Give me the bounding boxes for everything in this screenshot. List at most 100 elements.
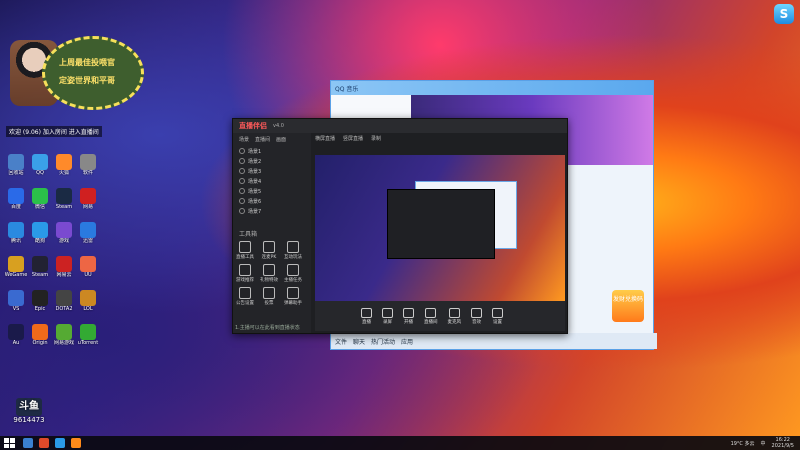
tool-item[interactable]: 连麦PK (257, 241, 281, 260)
sidebar-tab[interactable]: 直播间 (255, 136, 270, 143)
desktop-icon[interactable]: WeGame (4, 256, 28, 278)
eye-icon[interactable] (239, 168, 245, 174)
taskbar-app-icon[interactable] (23, 438, 33, 448)
tool-label: 互动玩法 (284, 255, 302, 260)
toolbar-label: 直播 (362, 319, 371, 325)
desktop-icon[interactable]: Origin (28, 324, 52, 346)
toolbar-button[interactable]: 直播间 (424, 307, 438, 325)
clock[interactable]: 16:22 2021/9/5 (772, 437, 794, 449)
taskbar-app-icon[interactable] (39, 438, 49, 448)
qq-bottom-bar[interactable]: 文件 聊天 热门活动 应用 (331, 333, 657, 349)
desktop-icon[interactable]: 回收站 (4, 154, 28, 176)
desktop-icon-label: 游戏 (58, 238, 69, 244)
scene-item[interactable]: 场景6 (233, 196, 311, 206)
streaming-app-window[interactable]: 直播伴侣 v4.0 场景 直播间 画面 场景1 场景2 场景3 场景4 场景5 场景6 场景7 … (232, 118, 568, 334)
mode-tab[interactable]: 竖屏直播 (343, 135, 363, 142)
system-tray[interactable]: 19°C 多云 中 16:22 2021/9/5 (731, 436, 794, 450)
desktop-icon[interactable]: Epic (28, 290, 52, 312)
weather-text[interactable]: 19°C 多云 (731, 440, 755, 447)
desktop-icon[interactable]: 火狐 (52, 154, 76, 176)
toolbar-button[interactable]: 音效 (471, 307, 482, 325)
desktop-icon[interactable]: Steam (28, 256, 52, 278)
app-icon (56, 256, 72, 272)
scene-item[interactable]: 场景4 (233, 176, 311, 186)
qq-window-titlebar[interactable]: QQ 音乐 (331, 81, 653, 95)
eye-icon[interactable] (239, 208, 245, 214)
sidebar-tabs[interactable]: 场景 直播间 画面 (233, 133, 311, 146)
scene-item[interactable]: 场景1 (233, 146, 311, 156)
desktop-icon[interactable]: 网易游戏 (52, 324, 76, 346)
desktop-icon[interactable]: VS (4, 290, 28, 312)
tool-item[interactable]: 礼物特效 (257, 264, 281, 283)
tool-item[interactable]: 直播工具 (233, 241, 257, 260)
taskbar[interactable]: 19°C 多云 中 16:22 2021/9/5 (0, 436, 800, 450)
toolbar-button[interactable]: 直播 (361, 307, 372, 325)
eye-icon[interactable] (239, 148, 245, 154)
tool-item[interactable]: 主播任务 (281, 264, 305, 283)
eye-icon[interactable] (239, 158, 245, 164)
sidebar-tab[interactable]: 场景 (239, 136, 249, 143)
taskbar-app-icon[interactable] (55, 438, 65, 448)
mode-tab[interactable]: 横屏直播 (315, 135, 335, 142)
desktop-icon[interactable]: 腾讯 (4, 222, 28, 244)
desktop-icon-label: DOTA2 (55, 306, 73, 312)
toolbar-button[interactable]: 设置 (492, 307, 503, 325)
qq-bottom-item[interactable]: 聊天 (353, 337, 365, 346)
scene-item[interactable]: 场景2 (233, 156, 311, 166)
desktop-icon[interactable]: 软件 (76, 154, 100, 176)
qq-bottom-item[interactable]: 文件 (335, 337, 347, 346)
app-titlebar[interactable]: 直播伴侣 v4.0 (233, 119, 567, 133)
sidebar-tab[interactable]: 画面 (276, 136, 286, 143)
mode-tab[interactable]: 录制 (371, 135, 381, 142)
language-indicator[interactable]: 中 (761, 440, 766, 447)
desktop-icon[interactable]: QQ (28, 154, 52, 176)
desktop-icon[interactable]: 酷狗 (28, 222, 52, 244)
toolbar-button[interactable]: 录屏 (382, 307, 393, 325)
taskbar-app-icon[interactable] (71, 438, 81, 448)
desktop-icon[interactable]: UU (76, 256, 100, 278)
toolbox[interactable]: 工具箱 直播工具 连麦PK 互动玩法 游戏推荐 礼物特效 主播任务 公告设置 投票 弹幕助手 (233, 229, 311, 308)
tool-label: 主播任务 (284, 278, 302, 283)
tool-item[interactable]: 投票 (257, 287, 281, 306)
eye-icon[interactable] (239, 188, 245, 194)
desktop-icon[interactable]: 游戏 (52, 222, 76, 244)
scene-list[interactable]: 场景1 场景2 场景3 场景4 场景5 场景6 场景7 (233, 146, 311, 216)
app-icon (32, 154, 48, 170)
desktop-icon[interactable]: 微信 (28, 188, 52, 210)
app-version: v4.0 (273, 123, 284, 129)
desktop-icon[interactable]: 迅雷 (76, 222, 100, 244)
eye-icon[interactable] (239, 178, 245, 184)
start-button[interactable] (4, 438, 16, 448)
desktop-icon[interactable]: 网易 (76, 188, 100, 210)
toolbar-button[interactable]: 麦克风 (448, 307, 461, 325)
qq-bottom-item[interactable]: 应用 (401, 337, 413, 346)
mode-tabs[interactable]: 横屏直播 竖屏直播 录制 (315, 135, 381, 142)
promo-badge[interactable]: 发财兑换码 (612, 290, 644, 322)
desktop-icon-label: uTorrent (77, 340, 99, 346)
desktop-icon[interactable]: Au (4, 324, 28, 346)
desktop-icon[interactable]: 网易云 (52, 256, 76, 278)
scene-item[interactable]: 场景5 (233, 186, 311, 196)
corner-app-icon[interactable]: S (774, 4, 794, 24)
toolbar-icon (471, 307, 482, 318)
desktop-icon[interactable]: uTorrent (76, 324, 100, 346)
scene-item[interactable]: 场景3 (233, 166, 311, 176)
toolbar-button[interactable]: 开播 (403, 307, 414, 325)
desktop-icon[interactable]: Steam (52, 188, 76, 210)
scene-item[interactable]: 场景7 (233, 206, 311, 216)
tool-item[interactable]: 游戏推荐 (233, 264, 257, 283)
desktop-icon[interactable]: DOTA2 (52, 290, 76, 312)
tool-item[interactable]: 弹幕助手 (281, 287, 305, 306)
tool-item[interactable]: 公告设置 (233, 287, 257, 306)
tool-item[interactable]: 互动玩法 (281, 241, 305, 260)
tool-grid[interactable]: 直播工具 连麦PK 互动玩法游戏推荐 礼物特效 主播任务公告设置 投票 弹幕助手 (233, 239, 311, 308)
qq-bottom-item[interactable]: 热门活动 (371, 337, 395, 346)
desktop-icon[interactable]: LOL (76, 290, 100, 312)
eye-icon[interactable] (239, 198, 245, 204)
stream-preview[interactable] (315, 155, 565, 301)
desktop-icon-label: 百度 (10, 204, 21, 210)
desktop-icon[interactable]: 百度 (4, 188, 28, 210)
app-icon (8, 256, 24, 272)
bottom-toolbar[interactable]: 直播 录屏 开播 直播间 麦克风 音效 设置 (315, 301, 565, 331)
scene-sidebar[interactable]: 场景 直播间 画面 场景1 场景2 场景3 场景4 场景5 场景6 场景7 工具箱 直播工具 连麦… (233, 133, 311, 333)
